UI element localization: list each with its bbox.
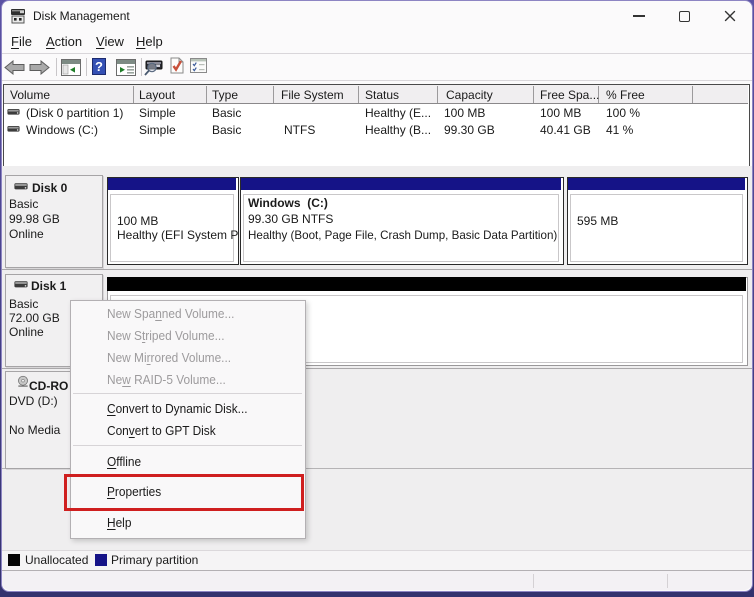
svg-text:?: ? xyxy=(95,59,103,74)
